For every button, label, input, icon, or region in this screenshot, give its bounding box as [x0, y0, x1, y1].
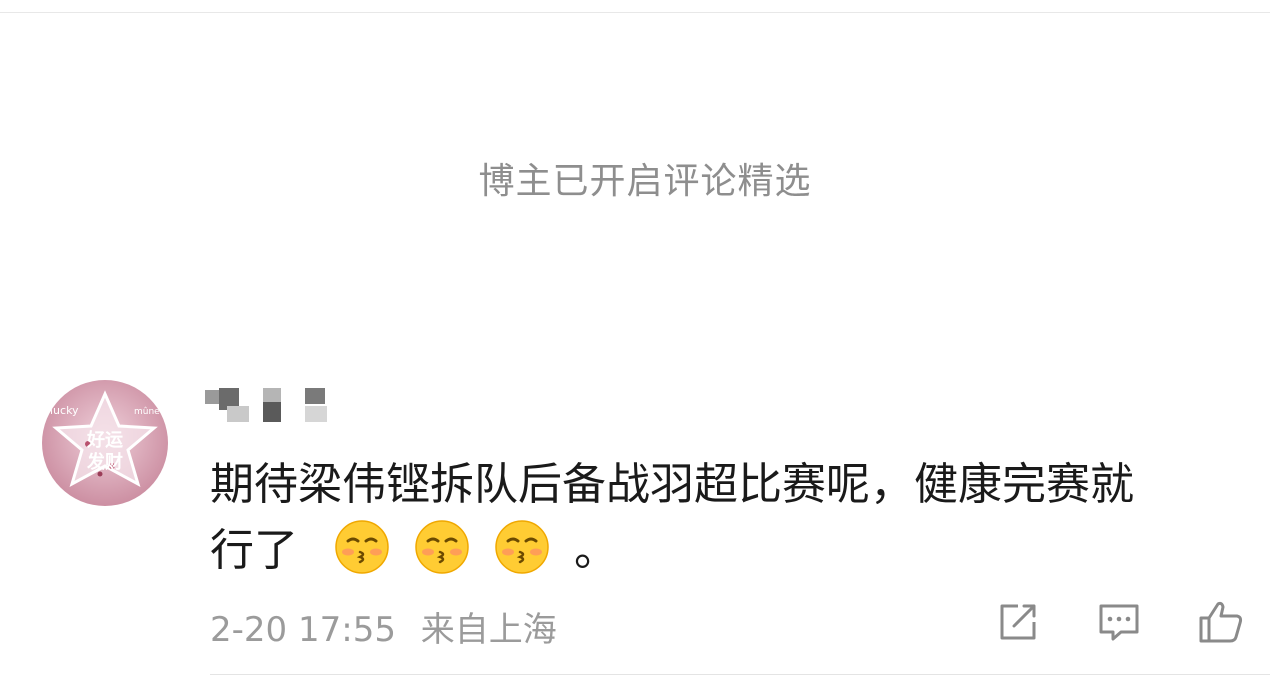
- svg-text:lucky: lucky: [50, 404, 79, 417]
- kissing-emoji-icon: [335, 520, 389, 574]
- like-button[interactable]: [1198, 600, 1243, 644]
- username-obscured[interactable]: [205, 384, 335, 424]
- svg-text:mûne: mûne: [134, 407, 160, 417]
- svg-text:好运: 好运: [86, 429, 123, 451]
- top-divider: [0, 12, 1270, 13]
- comment-meta: 2-20 17:55 来自上海: [210, 602, 557, 651]
- kissing-emoji-icon: [495, 520, 549, 574]
- comment-button[interactable]: [1097, 600, 1141, 644]
- comment-selection-notice: 博主已开启评论精选: [478, 161, 812, 202]
- avatar-image: lucky mûne 好运 发财: [42, 380, 168, 506]
- comment-text: 期待梁伟铿拆队后备战羽超比赛呢，健康完赛就 行了 。: [210, 452, 1250, 584]
- like-icon: [1199, 601, 1243, 643]
- comment-time: 2-20 17:55: [210, 610, 396, 650]
- comment-trailing-punct: 。: [574, 525, 618, 576]
- comment-line-2-text: 行了: [210, 525, 298, 576]
- avatar[interactable]: lucky mûne 好运 发财: [42, 380, 168, 506]
- bottom-divider: [210, 674, 1270, 675]
- comment-line-2: 行了 。: [210, 518, 1250, 584]
- svg-text:发财: 发财: [86, 451, 123, 473]
- comment-source: 来自上海: [420, 610, 557, 650]
- share-button[interactable]: [996, 600, 1040, 644]
- comment-icon: [1099, 604, 1139, 641]
- comment-line-1: 期待梁伟铿拆队后备战羽超比赛呢，健康完赛就: [210, 459, 1134, 510]
- kissing-emoji-icon: [415, 520, 469, 574]
- share-icon: [1000, 604, 1036, 640]
